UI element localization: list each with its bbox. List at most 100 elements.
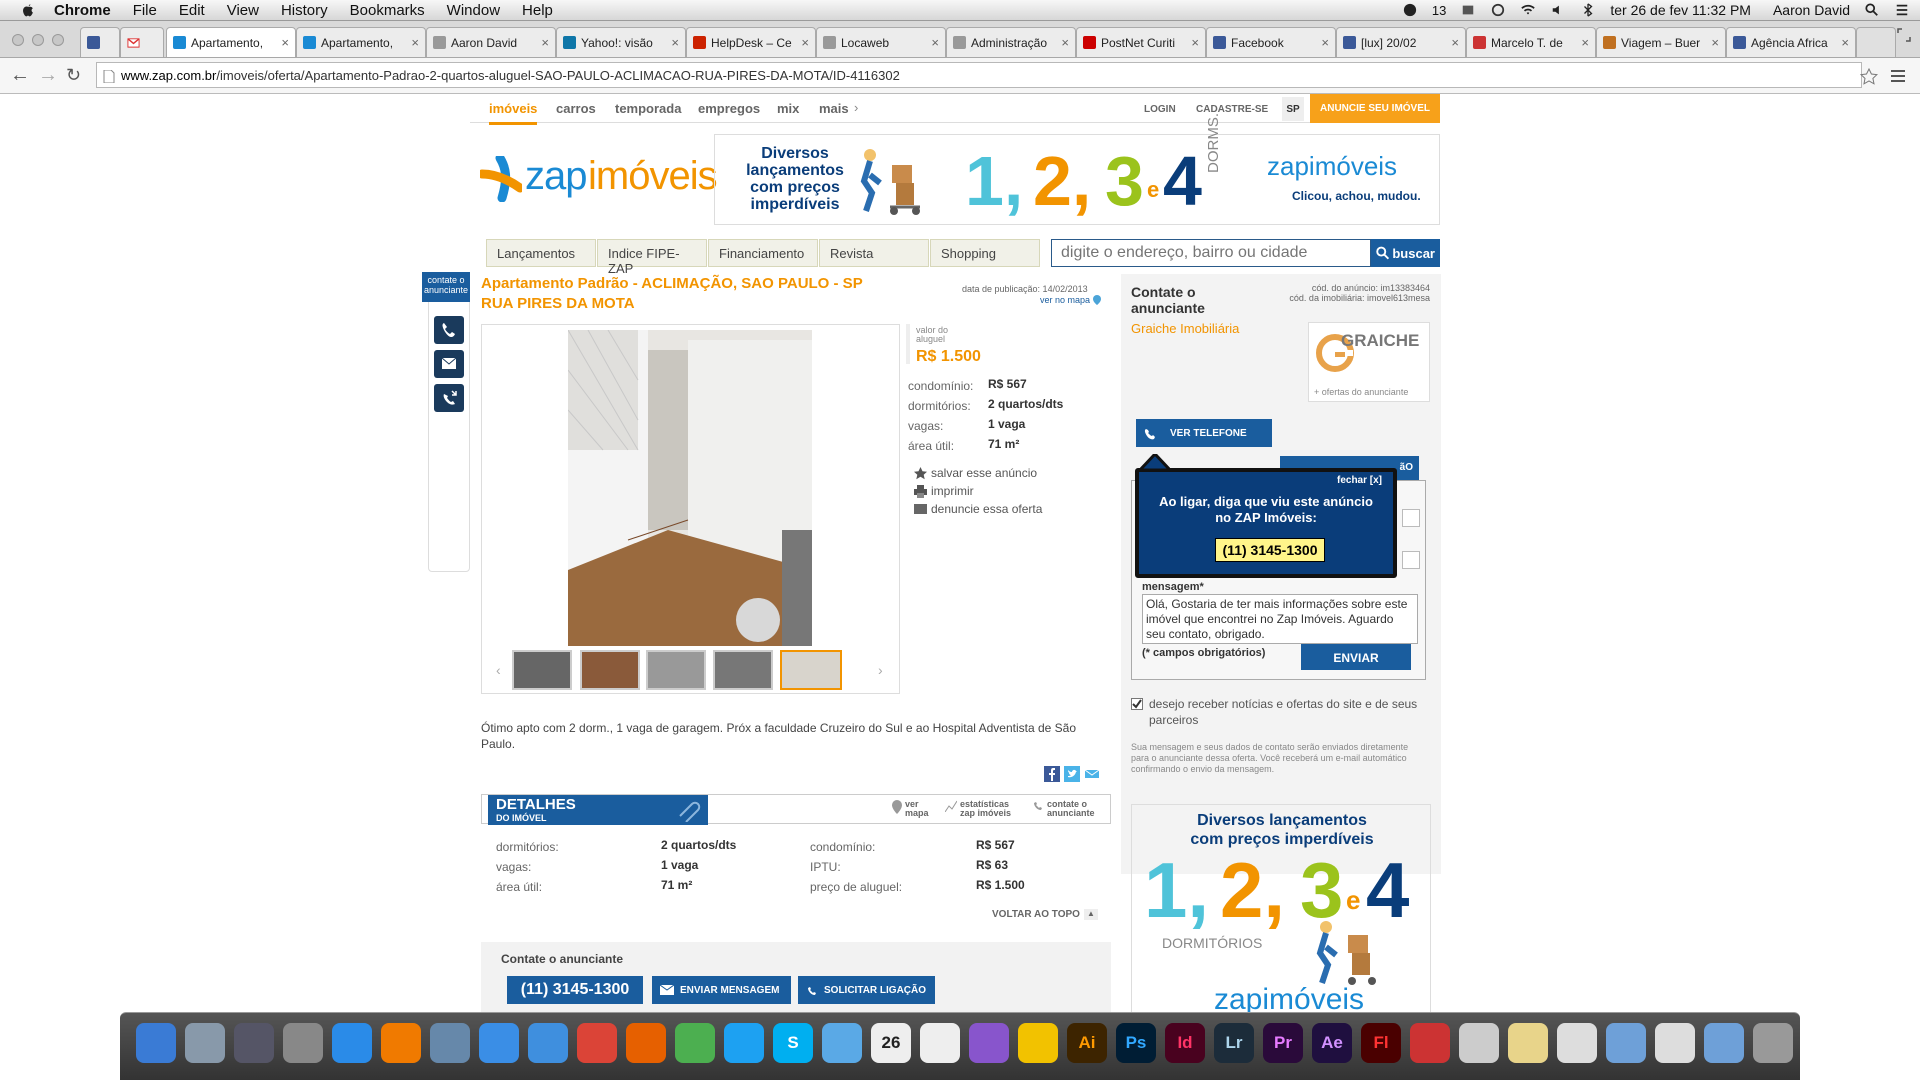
menu-window[interactable]: Window (447, 2, 500, 19)
document-icon[interactable] (1557, 1023, 1597, 1063)
tab-close-icon[interactable]: × (1191, 35, 1199, 50)
more-offers-link[interactable]: + ofertas do anunciante (1314, 387, 1408, 397)
tab[interactable]: PostNet Curiti × (1076, 27, 1206, 57)
gallery-thumbnail[interactable] (713, 650, 773, 690)
wifi-icon[interactable] (1520, 3, 1536, 17)
flash-icon[interactable]: Fl (1361, 1023, 1401, 1063)
photoshop-icon[interactable]: Ps (1116, 1023, 1156, 1063)
search-button[interactable]: buscar (1371, 239, 1440, 267)
tab[interactable]: Viagem – Buer × (1596, 27, 1726, 57)
optin-checkbox[interactable]: desejo receber notícias e ofertas do sit… (1131, 696, 1431, 728)
tab-close-icon[interactable]: × (1581, 35, 1589, 50)
messages-icon[interactable] (822, 1023, 862, 1063)
gallery-prev-arrow[interactable]: ‹ (496, 662, 501, 678)
gallery-next-arrow[interactable]: › (878, 662, 883, 678)
top-banner-ad[interactable]: Diversos lançamentos com preços imperdív… (714, 113, 1440, 225)
appstore-icon[interactable] (332, 1023, 372, 1063)
flashcard-icon[interactable] (1410, 1023, 1450, 1063)
launchpad-icon[interactable] (185, 1023, 225, 1063)
finder-icon[interactable] (136, 1023, 176, 1063)
tab-close-icon[interactable]: × (671, 35, 679, 50)
user-name[interactable]: Aaron David (1773, 2, 1850, 18)
details-stats-link[interactable]: estatísticas zap imóveis (945, 800, 1020, 818)
message-textarea[interactable]: Olá, Gostaria de ter mais informações so… (1142, 594, 1418, 644)
tab-close-icon[interactable]: × (1061, 35, 1069, 50)
gallery-thumbnail[interactable] (580, 650, 640, 690)
email-field[interactable] (1402, 551, 1420, 569)
firefox-icon[interactable] (626, 1023, 666, 1063)
rings-icon[interactable] (1459, 1023, 1499, 1063)
email-share-icon[interactable] (1084, 766, 1100, 782)
popup-close-button[interactable]: fechar [x] (1337, 475, 1382, 486)
tab-close-icon[interactable]: × (1451, 35, 1459, 50)
files-icon[interactable] (1655, 1023, 1695, 1063)
tab-financiamento[interactable]: Financiamento (708, 239, 818, 267)
state-selector[interactable]: SP (1282, 97, 1304, 121)
folder-icon[interactable] (1606, 1023, 1646, 1063)
print-link[interactable]: imprimir (914, 482, 1042, 500)
report-link[interactable]: denuncie essa oferta (914, 500, 1042, 518)
side-banner-ad[interactable]: Diversos lançamentos com preços imperdív… (1131, 804, 1431, 1012)
details-map-link[interactable]: ver mapa (892, 800, 933, 818)
indesign-icon[interactable]: Id (1165, 1023, 1205, 1063)
popup-phone-number[interactable]: (11) 3145-1300 (1215, 538, 1325, 562)
agency-name-link[interactable]: Graiche Imobiliária (1131, 321, 1239, 336)
side-callback-button[interactable] (434, 384, 464, 412)
minimize-window-button[interactable] (32, 34, 44, 46)
twitter-share-icon[interactable] (1064, 766, 1080, 782)
gallery-thumbnail[interactable] (780, 650, 842, 690)
tab[interactable]: [lux] 20/02 × (1336, 27, 1466, 57)
apple-icon[interactable] (18, 2, 38, 18)
menu-help[interactable]: Help (522, 2, 553, 19)
ver-telefone-button[interactable]: VER TELEFONE (1136, 419, 1272, 447)
tab[interactable]: Facebook × (1206, 27, 1336, 57)
fullscreen-icon[interactable] (1896, 27, 1912, 43)
menu-app-name[interactable]: Chrome (54, 2, 111, 19)
menu-edit[interactable]: Edit (179, 2, 205, 19)
tab-pinned-gmail[interactable] (120, 27, 164, 57)
safari-icon[interactable] (528, 1023, 568, 1063)
menu-icon[interactable] (1890, 68, 1906, 84)
notification-center-icon[interactable] (1894, 3, 1910, 17)
side-contact-label[interactable]: contate o anunciante (422, 272, 470, 302)
tab-lancamentos[interactable]: Lançamentos (486, 239, 596, 267)
tab-fipe-zap[interactable]: Indice FIPE-ZAP (597, 239, 707, 276)
side-phone-button[interactable] (434, 316, 464, 344)
tab-close-icon[interactable]: × (1321, 35, 1329, 50)
cyberduck-icon[interactable] (1018, 1023, 1058, 1063)
adium-icon[interactable] (675, 1023, 715, 1063)
nav-temporada[interactable]: temporada (615, 101, 681, 116)
tab[interactable]: Agência Africa × (1726, 27, 1856, 57)
tab[interactable]: Aaron David × (426, 27, 556, 57)
tab[interactable]: Marcelo T. de × (1466, 27, 1596, 57)
dropbox-icon[interactable] (1460, 3, 1476, 17)
menu-file[interactable]: File (133, 2, 157, 19)
nav-carros[interactable]: carros (556, 101, 596, 116)
notification-count[interactable]: 13 (1432, 3, 1446, 18)
volume-icon[interactable] (1550, 3, 1566, 17)
address-bar[interactable]: www.zap.com.br/imoveis/oferta/Apartament… (96, 62, 1862, 88)
gallery-thumbnail[interactable] (646, 650, 706, 690)
tab-close-icon[interactable]: × (801, 35, 809, 50)
timemachine-icon[interactable] (1490, 3, 1506, 17)
aftereffects-icon[interactable]: Ae (1312, 1023, 1352, 1063)
tab[interactable]: Yahoo!: visão × (556, 27, 686, 57)
bluetooth-icon[interactable] (1580, 3, 1596, 17)
tab[interactable]: Apartamento, × (166, 27, 296, 57)
facebook-share-icon[interactable] (1044, 766, 1060, 782)
nav-mais[interactable]: mais (819, 101, 849, 116)
login-link[interactable]: LOGIN (1144, 104, 1176, 115)
bottom-phone-button[interactable]: (11) 3145-1300 (507, 976, 643, 1004)
nav-mix[interactable]: mix (777, 101, 799, 116)
zoom-window-button[interactable] (52, 34, 64, 46)
tab-close-icon[interactable]: × (1711, 35, 1719, 50)
status-icon[interactable] (1402, 3, 1418, 17)
xtorrent-icon[interactable] (969, 1023, 1009, 1063)
menu-history[interactable]: History (281, 2, 328, 19)
tab-close-icon[interactable]: × (411, 35, 419, 50)
search-input[interactable] (1051, 239, 1371, 267)
stickies-icon[interactable] (1508, 1023, 1548, 1063)
new-tab-button[interactable] (1856, 27, 1896, 57)
tab-close-icon[interactable]: × (281, 35, 289, 50)
tab[interactable]: Locaweb × (816, 27, 946, 57)
